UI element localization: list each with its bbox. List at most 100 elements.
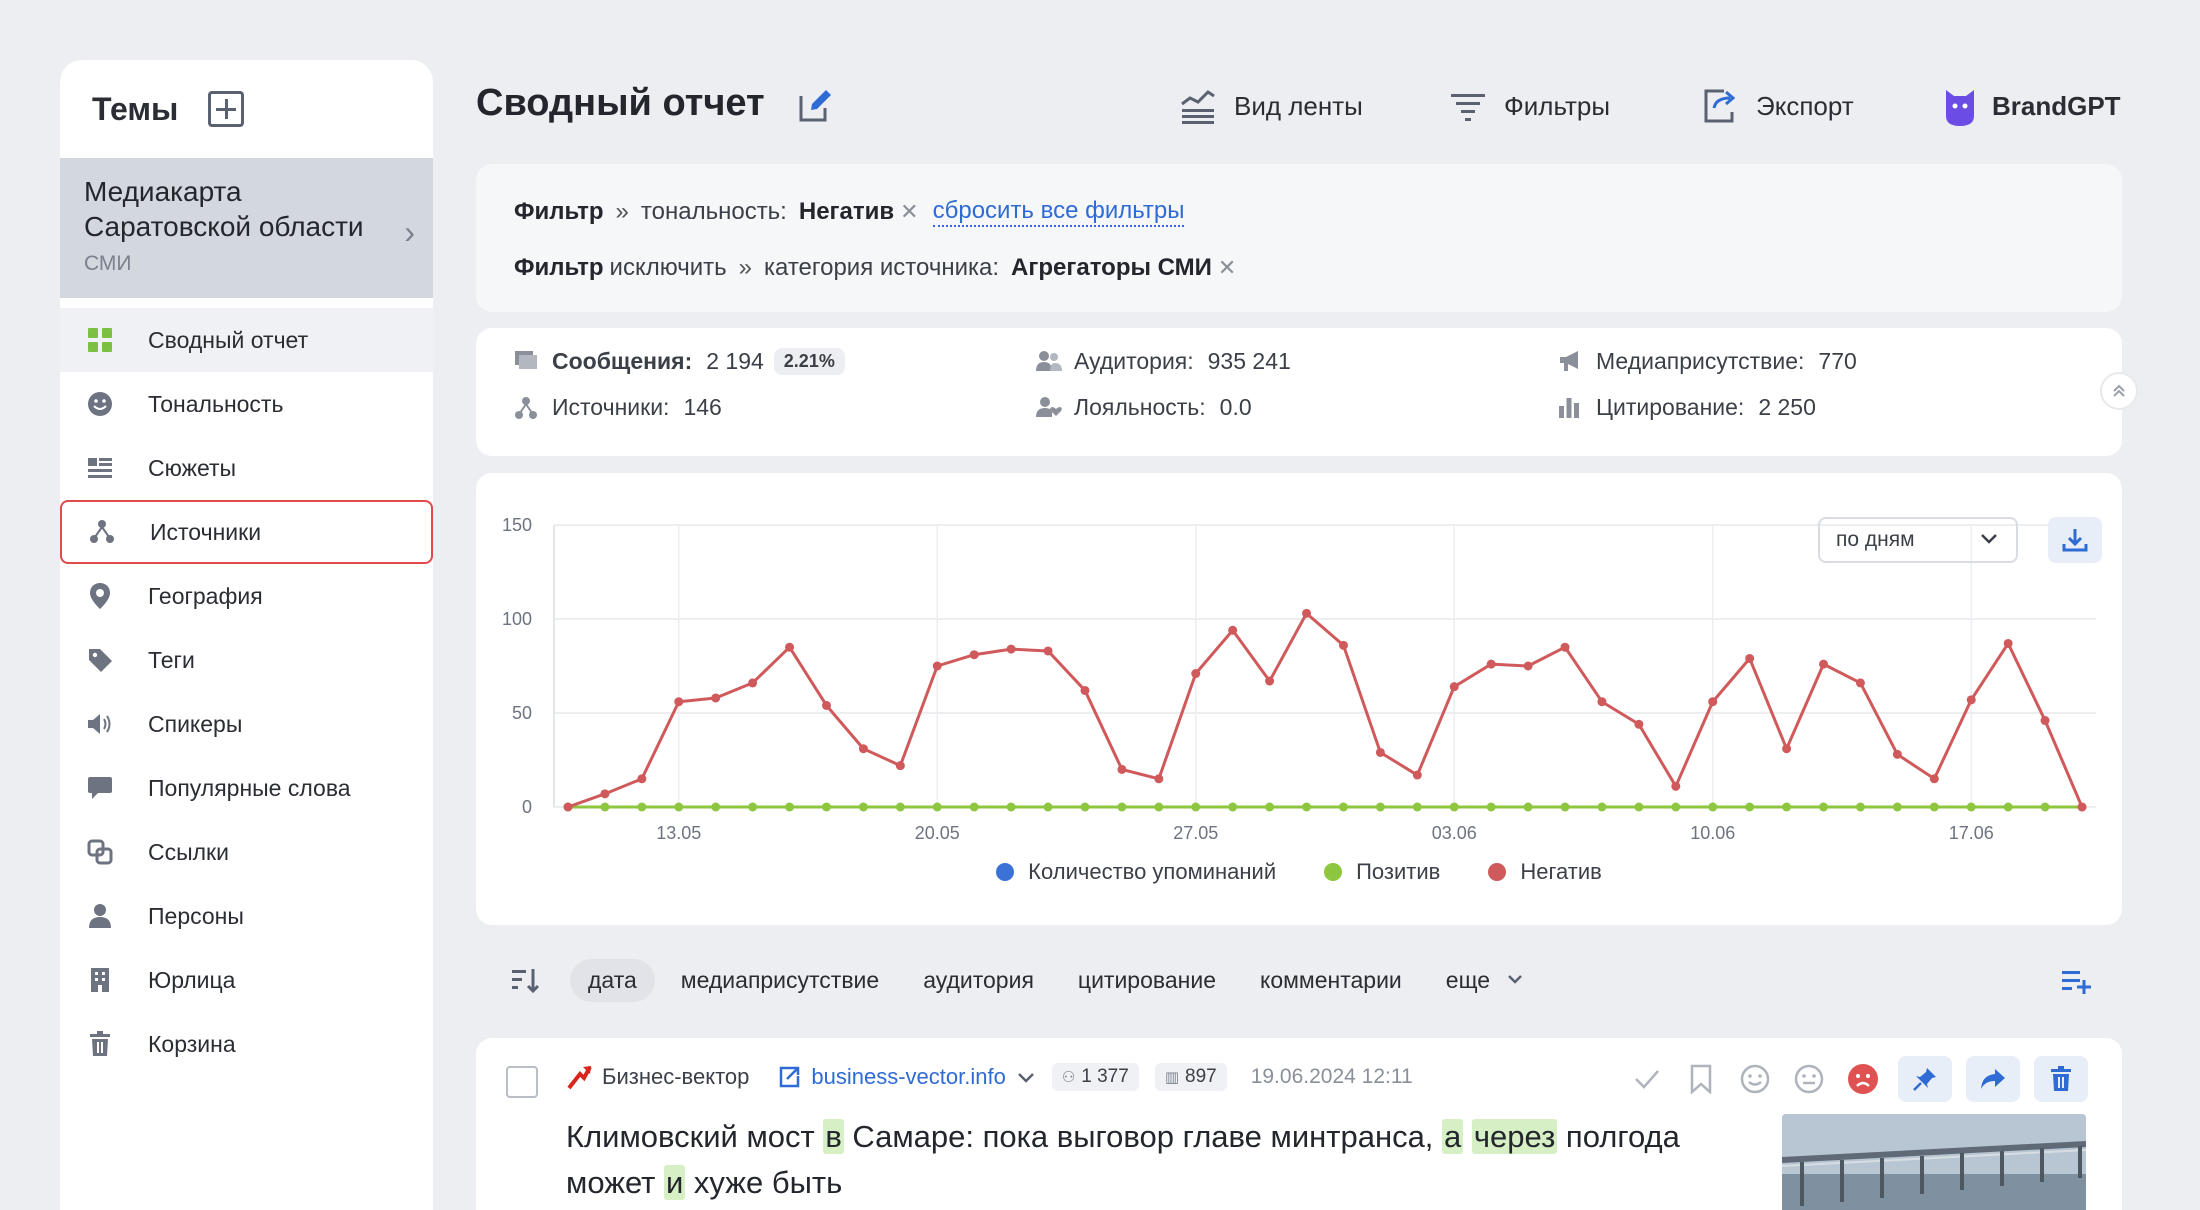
- data-point-negative: [674, 697, 684, 707]
- sort-option-date[interactable]: дата: [570, 958, 655, 1002]
- data-point-negative: [1819, 659, 1829, 669]
- sidebar-item-label: Юрлица: [148, 966, 236, 993]
- post-checkbox[interactable]: [506, 1066, 538, 1098]
- check-icon[interactable]: [1628, 1060, 1666, 1098]
- sidebar-item-sources[interactable]: Источники: [60, 500, 433, 564]
- post-source-name[interactable]: Бизнес-вектор: [602, 1064, 749, 1090]
- percentage-badge: 2.21%: [773, 348, 845, 375]
- nodes-icon: [514, 396, 538, 420]
- data-point-positive: [1855, 802, 1865, 812]
- data-point-negative: [2003, 638, 2013, 648]
- export-button[interactable]: Экспорт: [1702, 86, 1854, 126]
- pin-icon: [1913, 1068, 1936, 1091]
- add-to-list-icon[interactable]: [2060, 966, 2092, 996]
- tag-icon: [86, 646, 114, 674]
- bookmark-icon[interactable]: [1682, 1060, 1720, 1098]
- sort-option-citation[interactable]: цитирование: [1060, 959, 1234, 1002]
- stat-value: 935 241: [1207, 348, 1291, 374]
- filter-separator: »: [615, 198, 629, 225]
- brandgpt-button[interactable]: BrandGPT: [1942, 86, 2121, 126]
- sidebar-item-links[interactable]: Ссылки: [60, 820, 433, 884]
- sidebar-item-tonality[interactable]: Тональность: [60, 372, 433, 436]
- reset-filters-link[interactable]: сбросить все фильтры: [932, 197, 1185, 227]
- sort-more-label: еще: [1445, 966, 1491, 993]
- sidebar-item-stories[interactable]: Сюжеты: [60, 436, 433, 500]
- data-point-positive: [1671, 802, 1681, 812]
- legend-item[interactable]: Негатив: [1488, 859, 1602, 885]
- chevron-down-icon[interactable]: [1016, 1067, 1036, 1087]
- legend-item[interactable]: Количество упоминаний: [996, 859, 1276, 885]
- sort-bar: дата медиаприсутствие аудитория цитирова…: [476, 958, 2122, 1002]
- data-point-negative: [1929, 774, 1939, 784]
- stat-label: Сообщения:: [552, 348, 693, 374]
- sidebar-item-tags[interactable]: Теги: [60, 628, 433, 692]
- post-title[interactable]: Климовский мост в Самаре: пока выговор г…: [566, 1114, 1686, 1206]
- sort-option-more[interactable]: еще: [1428, 959, 1543, 1002]
- negative-tone-icon[interactable]: [1844, 1060, 1882, 1098]
- data-point-positive: [1523, 802, 1533, 812]
- sidebar-item-trash[interactable]: Корзина: [60, 1012, 433, 1076]
- legend-item[interactable]: Позитив: [1324, 859, 1440, 885]
- data-point-positive: [2003, 802, 2013, 812]
- data-point-negative: [1154, 774, 1164, 784]
- x-tick-label: 10.06: [1690, 823, 1735, 843]
- filters-button[interactable]: Фильтры: [1450, 86, 1610, 126]
- edit-icon[interactable]: [797, 88, 833, 124]
- sort-option-media-presence[interactable]: медиаприсутствие: [663, 959, 897, 1002]
- download-chart-button[interactable]: [2048, 517, 2102, 563]
- add-topic-icon[interactable]: [208, 91, 245, 127]
- neutral-tone-icon[interactable]: [1790, 1060, 1828, 1098]
- pin-button[interactable]: [1898, 1056, 1952, 1102]
- legend-dot: [1488, 863, 1507, 881]
- sidebar-item-summary[interactable]: Сводный отчет: [60, 308, 433, 372]
- sidebar-item-label: Сюжеты: [148, 454, 237, 481]
- speaker-icon: [86, 710, 114, 738]
- sort-icon[interactable]: [510, 965, 540, 995]
- data-point-positive: [1117, 802, 1127, 812]
- filter-prefix: Фильтр: [514, 198, 604, 225]
- feed-view-button[interactable]: Вид ленты: [1180, 86, 1363, 126]
- highlighted-keyword: в: [823, 1119, 844, 1154]
- data-point-negative: [1449, 682, 1459, 692]
- data-point-positive: [785, 802, 795, 812]
- post-url-link[interactable]: business-vector.info: [811, 1064, 1005, 1090]
- post-card: Бизнес-вектор business-vector.info ⚇ 1 3…: [476, 1038, 2122, 1210]
- remove-filter-icon[interactable]: ✕: [1218, 255, 1236, 281]
- data-point-negative: [1671, 781, 1681, 791]
- data-point-positive: [821, 802, 831, 812]
- sort-option-comments[interactable]: комментарии: [1242, 959, 1420, 1002]
- data-point-positive: [711, 802, 721, 812]
- sidebar-item-persons[interactable]: Персоны: [60, 884, 433, 948]
- sidebar-item-legal-entities[interactable]: Юрлица: [60, 948, 433, 1012]
- collapse-stats-button[interactable]: [2100, 372, 2138, 410]
- data-point-negative: [2040, 716, 2050, 726]
- filter-prefix: Фильтр: [514, 254, 604, 281]
- project-selector[interactable]: Медиакарта Саратовской области СМИ ›: [60, 158, 433, 298]
- share-button[interactable]: [1966, 1056, 2020, 1102]
- data-point-negative: [1523, 661, 1533, 671]
- post-thumbnail[interactable]: [1782, 1114, 2086, 1210]
- chart-panel: 0 50 100 150 13.05 20.05 27.05 03.06 10.06 17.06 …: [476, 473, 2122, 925]
- sort-option-audience[interactable]: аудитория: [905, 959, 1052, 1002]
- news-icon: [86, 454, 114, 482]
- sidebar-item-speakers[interactable]: Спикеры: [60, 692, 433, 756]
- positive-tone-icon[interactable]: [1736, 1060, 1774, 1098]
- stats-panel: Сообщения: 2 194 2.21% Источники: 146 Ау…: [476, 328, 2122, 456]
- delete-button[interactable]: [2034, 1056, 2088, 1102]
- external-link-icon[interactable]: [777, 1065, 801, 1089]
- filter-key: категория источника:: [763, 254, 1000, 281]
- sidebar-nav: Сводный отчет Тональность Сюжеты Источни…: [60, 298, 433, 1076]
- data-point-positive: [969, 802, 979, 812]
- sidebar-item-popular-words[interactable]: Популярные слова: [60, 756, 433, 820]
- remove-filter-icon[interactable]: ✕: [900, 199, 918, 225]
- megaphone-icon: [1558, 350, 1582, 374]
- audience-chip: ⚇ 1 377: [1051, 1063, 1139, 1091]
- sidebar-item-geography[interactable]: География: [60, 564, 433, 628]
- data-point-negative: [1080, 685, 1090, 695]
- highlighted-keyword: через: [1471, 1119, 1558, 1154]
- post-title-text: хуже быть: [685, 1165, 843, 1200]
- data-point-positive: [1043, 802, 1053, 812]
- data-point-negative: [1265, 676, 1275, 686]
- period-select[interactable]: по дням: [1818, 517, 2018, 563]
- filter-separator: »: [738, 254, 752, 281]
